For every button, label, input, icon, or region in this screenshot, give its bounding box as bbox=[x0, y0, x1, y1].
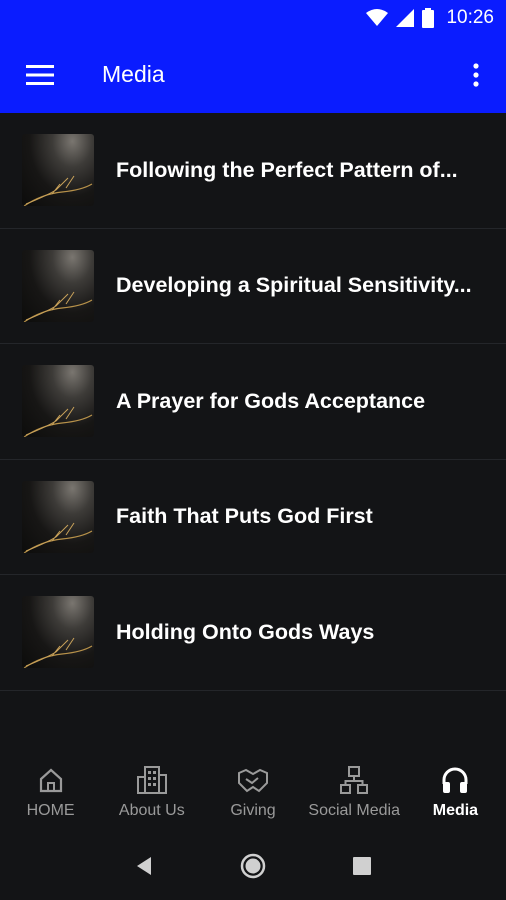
nav-label: Giving bbox=[230, 802, 276, 819]
signal-icon bbox=[396, 9, 415, 27]
more-vert-icon bbox=[473, 62, 479, 87]
recents-icon bbox=[352, 857, 371, 875]
network-icon bbox=[339, 764, 369, 796]
back-icon bbox=[137, 857, 152, 875]
media-title: Developing a Spiritual Sensitivity... bbox=[116, 273, 472, 298]
handshake-icon bbox=[237, 764, 269, 796]
media-title: A Prayer for Gods Acceptance bbox=[116, 388, 426, 413]
list-item[interactable]: Developing a Spiritual Sensitivity... bbox=[0, 229, 506, 344]
list-item[interactable]: A Prayer for Gods Acceptance bbox=[0, 344, 506, 460]
app-bar: Media bbox=[0, 36, 506, 113]
recents-button[interactable] bbox=[342, 846, 382, 886]
nav-label: Social Media bbox=[308, 802, 401, 819]
wifi-icon bbox=[366, 9, 389, 27]
system-navigation-bar bbox=[0, 832, 506, 900]
media-title: Following the Perfect Pattern of... bbox=[116, 157, 458, 182]
media-thumbnail bbox=[22, 134, 94, 207]
menu-button[interactable] bbox=[0, 36, 80, 113]
home-system-button[interactable] bbox=[233, 846, 273, 886]
media-thumbnail bbox=[22, 480, 94, 553]
back-button[interactable] bbox=[124, 846, 164, 886]
list-item[interactable]: Following the Perfect Pattern of... bbox=[0, 113, 506, 229]
headphones-icon bbox=[441, 764, 469, 796]
building-icon bbox=[136, 764, 168, 796]
nav-item-giving[interactable]: Giving bbox=[202, 752, 303, 832]
media-title: Faith That Puts God First bbox=[116, 504, 373, 529]
clock: 10:26 bbox=[446, 7, 494, 28]
list-item[interactable]: Faith That Puts God First bbox=[0, 460, 506, 575]
nav-label: About Us bbox=[118, 802, 185, 819]
media-thumbnail bbox=[22, 596, 94, 669]
nav-label: Media bbox=[432, 802, 479, 819]
battery-icon bbox=[422, 8, 435, 28]
nav-label: HOME bbox=[26, 802, 75, 819]
list-item[interactable]: Holding Onto Gods Ways bbox=[0, 575, 506, 691]
media-thumbnail bbox=[22, 249, 94, 322]
media-list: Following the Perfect Pattern of... Deve… bbox=[0, 113, 506, 691]
nav-item-social-media[interactable]: Social Media bbox=[304, 752, 405, 832]
nav-item-media[interactable]: Media bbox=[405, 752, 506, 832]
hamburger-menu-icon bbox=[26, 64, 54, 85]
bottom-navigation: HOME About Us Giving Social Media Media bbox=[0, 752, 506, 832]
page-title: Media bbox=[102, 61, 165, 87]
nav-item-home[interactable]: HOME bbox=[0, 752, 101, 832]
overflow-menu-button[interactable] bbox=[446, 36, 506, 113]
home-circle-icon bbox=[240, 853, 266, 879]
home-icon bbox=[37, 764, 65, 796]
status-bar: 10:26 bbox=[0, 0, 506, 36]
media-title: Holding Onto Gods Ways bbox=[116, 619, 375, 644]
media-thumbnail bbox=[22, 365, 94, 438]
nav-item-about-us[interactable]: About Us bbox=[101, 752, 202, 832]
